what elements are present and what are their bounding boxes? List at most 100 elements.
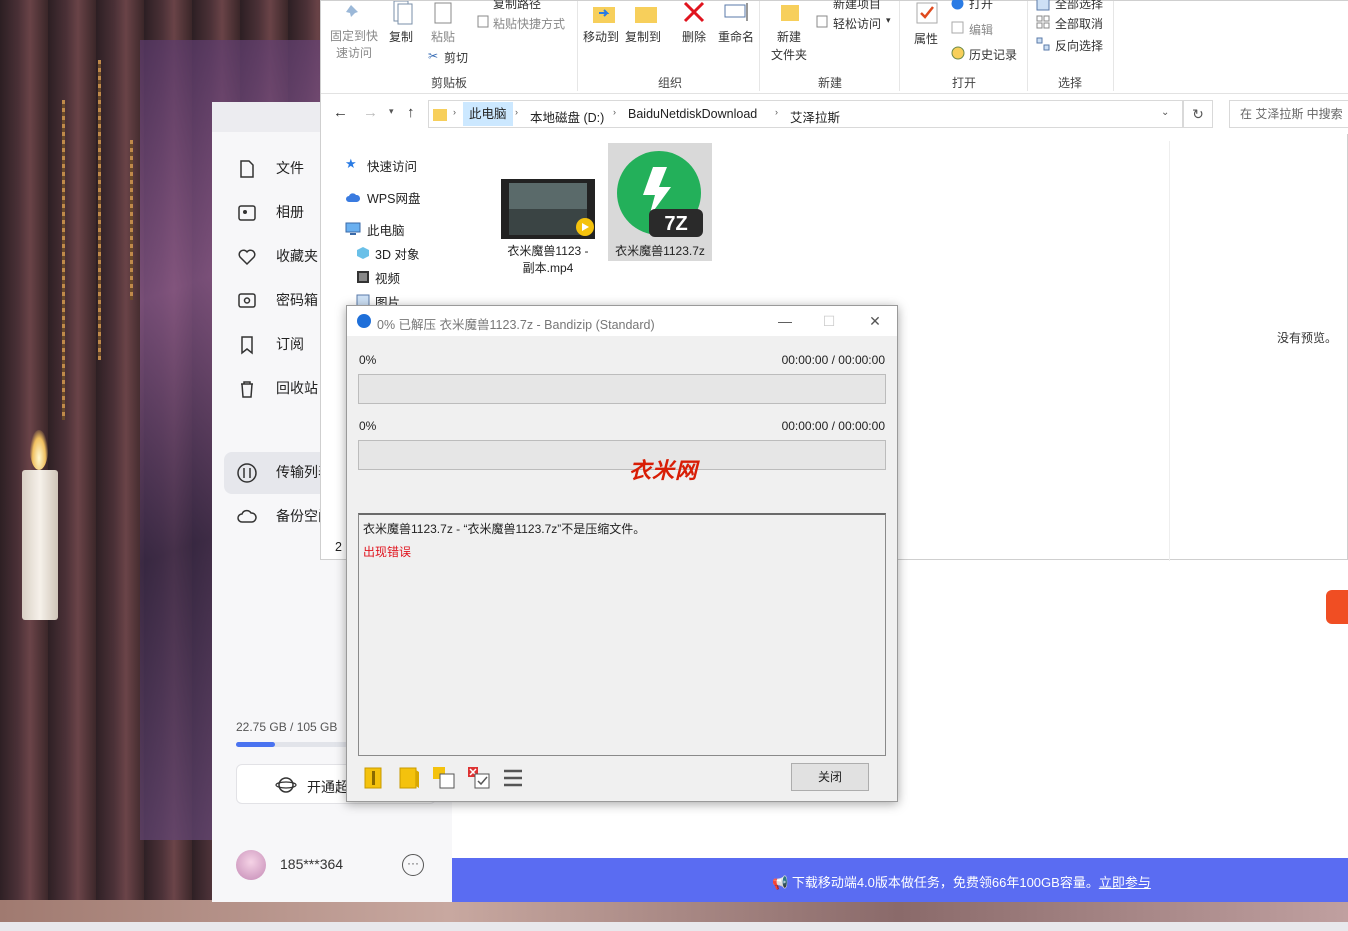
bandizip-dialog: 0% 已解压 衣米魔兽1123.7z - Bandizip (Standard)… bbox=[346, 305, 898, 802]
ribbon-separator bbox=[899, 1, 900, 91]
ribbon: 固定到快 速访问 复制 粘贴 复制路径 粘贴快捷方式 ✂ 剪切 剪贴板 移动到 … bbox=[321, 0, 1348, 94]
menu-icon[interactable] bbox=[501, 766, 525, 790]
new-folder-button[interactable]: 新建 文件夹 bbox=[771, 28, 807, 64]
paste-button[interactable]: 粘贴 bbox=[431, 28, 455, 45]
rename-button[interactable]: 重命名 bbox=[718, 28, 754, 45]
back-arrow-icon[interactable]: ← bbox=[333, 104, 348, 121]
address-dropdown-icon[interactable]: ⌄ bbox=[1161, 107, 1169, 118]
paste-icon bbox=[434, 2, 452, 24]
computer-icon bbox=[345, 222, 361, 235]
organize-group-label: 组织 bbox=[658, 76, 683, 90]
wallpaper-candle-flame bbox=[30, 430, 48, 470]
select-none-button[interactable]: 全部取消 bbox=[1055, 15, 1103, 32]
breadcrumb-chevron-icon: › bbox=[453, 107, 456, 117]
ribbon-separator bbox=[1027, 1, 1028, 91]
copy-path-button[interactable]: 复制路径 bbox=[493, 0, 541, 12]
copy-icon bbox=[393, 1, 413, 25]
breadcrumb-current-folder[interactable]: 艾泽拉斯 bbox=[790, 107, 840, 126]
storage-text: 22.75 GB / 105 GB bbox=[236, 720, 338, 734]
progress1-time: 00:00:00 / 00:00:00 bbox=[781, 353, 885, 367]
7z-archive-icon: 7Z bbox=[617, 151, 703, 237]
invert-selection-button[interactable]: 反向选择 bbox=[1055, 37, 1103, 54]
open-button[interactable]: 打开 bbox=[969, 0, 993, 12]
refresh-icon[interactable]: ↻ bbox=[1183, 100, 1213, 128]
file-name: 衣米魔兽1123 - bbox=[507, 244, 589, 258]
extract-to-icon[interactable] bbox=[432, 766, 456, 790]
recent-dropdown-icon[interactable]: ▾ bbox=[389, 106, 394, 117]
scissors-icon: ✂ bbox=[428, 49, 439, 63]
file-item-7z[interactable]: 7Z 衣米魔兽1123.7z bbox=[608, 143, 712, 261]
pin-icon bbox=[346, 5, 358, 17]
select-group-label: 选择 bbox=[1058, 76, 1083, 90]
move-to-button[interactable]: 移动到 bbox=[583, 28, 619, 45]
promo-banner[interactable]: 📢 下载移动端4.0版本做任务，免费领66年100GB容量。立即参与 bbox=[452, 858, 1348, 902]
trash-icon bbox=[241, 381, 253, 398]
maximize-icon[interactable]: ☐ bbox=[819, 312, 839, 330]
username: 185***364 bbox=[280, 856, 344, 872]
minimize-icon[interactable]: — bbox=[775, 312, 795, 330]
file-item-mp4[interactable]: 衣米魔兽1123 - 副本.mp4 bbox=[496, 143, 600, 275]
copy-to-icon bbox=[635, 7, 657, 23]
dropdown-caret-icon[interactable]: ▾ bbox=[886, 15, 891, 26]
taskbar[interactable] bbox=[0, 922, 1348, 931]
new-item-button[interactable]: 新建项目 bbox=[833, 0, 881, 12]
new-folder-icon bbox=[781, 5, 799, 21]
properties-button[interactable]: 属性 bbox=[914, 30, 938, 47]
ribbon-separator bbox=[759, 1, 760, 91]
delete-button[interactable]: 删除 bbox=[682, 28, 706, 45]
copy-to-button[interactable]: 复制到 bbox=[625, 28, 661, 45]
heart-icon bbox=[238, 249, 256, 266]
breadcrumb-chevron-icon: › bbox=[515, 107, 518, 117]
progress1-percent: 0% bbox=[359, 353, 377, 367]
netdisk-item-label: 相册 bbox=[276, 204, 304, 220]
dialog-titlebar[interactable]: 0% 已解压 衣米魔兽1123.7z - Bandizip (Standard)… bbox=[347, 306, 897, 336]
netdisk-item-label: 密码箱 bbox=[276, 292, 318, 308]
folder-icon bbox=[433, 109, 447, 121]
open-group-label: 打开 bbox=[952, 76, 977, 90]
nav-wps-drive[interactable]: WPS网盘 bbox=[367, 188, 420, 207]
file-name: 副本.mp4 bbox=[522, 261, 574, 275]
pin-quick-access-button[interactable]: 固定到快 速访问 bbox=[330, 28, 378, 62]
log-output[interactable]: 衣米魔兽1123.7z - “衣米魔兽1123.7z”不是压缩文件。 出现错误 bbox=[358, 513, 886, 756]
photo-icon bbox=[238, 205, 256, 221]
more-options-icon[interactable]: ··· bbox=[402, 854, 424, 876]
easy-access-button[interactable]: 轻松访问 bbox=[833, 15, 881, 32]
history-button[interactable]: 历史记录 bbox=[969, 46, 1017, 63]
nav-quick-access[interactable]: 快速访问 bbox=[367, 156, 417, 175]
edit-button[interactable]: 编辑 bbox=[969, 21, 993, 38]
svg-text:7Z: 7Z bbox=[664, 213, 687, 235]
wps-logo-icon[interactable] bbox=[1326, 590, 1348, 624]
breadcrumb-baidu-download[interactable]: BaiduNetdiskDownload bbox=[628, 107, 757, 121]
banner-link[interactable]: 立即参与 bbox=[1099, 875, 1151, 890]
preview-divider bbox=[1169, 141, 1170, 561]
nav-3d-objects[interactable]: 3D 对象 bbox=[375, 244, 419, 263]
search-input[interactable]: 在 艾泽拉斯 中搜索 bbox=[1229, 100, 1348, 128]
up-arrow-icon[interactable]: ↑ bbox=[407, 104, 415, 121]
close-icon[interactable]: ✕ bbox=[865, 312, 885, 330]
breadcrumb-drive-d[interactable]: 本地磁盘 (D:) bbox=[530, 107, 604, 126]
file-name: 衣米魔兽1123.7z bbox=[615, 244, 705, 258]
progress-bar-file bbox=[358, 374, 886, 404]
preview-pane-text: 没有预览。 bbox=[1277, 331, 1338, 345]
open-archive-icon[interactable] bbox=[362, 766, 386, 790]
avatar[interactable] bbox=[236, 850, 266, 880]
bandizip-logo-icon bbox=[357, 314, 371, 328]
forward-arrow-icon[interactable]: → bbox=[363, 104, 378, 121]
close-button[interactable]: 关闭 bbox=[791, 763, 869, 791]
delete-archive-icon[interactable] bbox=[467, 766, 491, 790]
nav-videos[interactable]: 视频 bbox=[375, 268, 400, 287]
select-all-button[interactable]: 全部选择 bbox=[1055, 0, 1103, 12]
transfer-icon bbox=[237, 463, 257, 483]
copy-button[interactable]: 复制 bbox=[389, 28, 413, 45]
breadcrumb-chevron-icon: › bbox=[775, 107, 778, 117]
paste-shortcut-button[interactable]: 粘贴快捷方式 bbox=[493, 15, 565, 32]
breadcrumb-this-pc[interactable]: 此电脑 bbox=[463, 102, 513, 126]
clipboard-group-label: 剪贴板 bbox=[431, 76, 468, 90]
open-folder-icon[interactable] bbox=[397, 766, 421, 790]
video-icon bbox=[357, 271, 369, 283]
rename-icon bbox=[724, 3, 748, 21]
address-bar[interactable]: › 此电脑 › 本地磁盘 (D:) › BaiduNetdiskDownload… bbox=[428, 100, 1183, 128]
wallpaper-chain bbox=[98, 60, 101, 360]
nav-this-pc[interactable]: 此电脑 bbox=[367, 220, 405, 239]
cut-button[interactable]: 剪切 bbox=[444, 49, 468, 66]
